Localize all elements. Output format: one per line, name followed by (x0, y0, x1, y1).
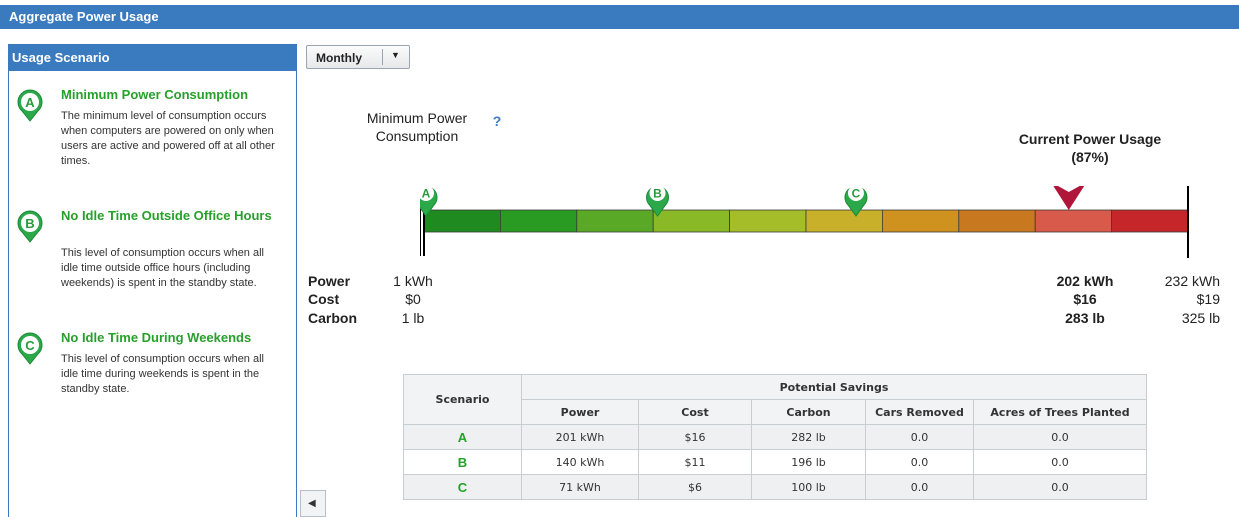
min-cost-value: $0 (405, 291, 421, 307)
scroll-left-button[interactable]: ◀ (300, 490, 326, 517)
cost-cell: $11 (638, 449, 752, 475)
chevron-down-icon[interactable]: ▼ (391, 50, 400, 60)
scenario-pin-icon: B (17, 210, 43, 243)
max-cost-value: $19 (1196, 291, 1220, 307)
svg-text:C: C (852, 187, 861, 201)
scenario-title: No Idle Time During Weekends (61, 330, 252, 345)
svg-text:C: C (25, 338, 35, 353)
column-header-carbon: Carbon (751, 399, 866, 425)
scenario-pin-icon: A (17, 89, 43, 122)
column-header-cost: Cost (638, 399, 752, 425)
usage-scenario-header: Usage Scenario (9, 45, 296, 71)
cost-cell: $16 (638, 424, 752, 450)
svg-text:A: A (422, 187, 431, 201)
gauge-segment (576, 209, 654, 233)
cars-cell: 0.0 (865, 474, 974, 500)
table-row: B 140 kWh $11 196 lb 0.0 0.0 (403, 449, 1147, 475)
acres-cell: 0.0 (973, 474, 1147, 500)
scenario-cell: C (403, 474, 522, 500)
cars-cell: 0.0 (865, 424, 974, 450)
cars-cell: 0.0 (865, 449, 974, 475)
metric-label-power: Power (308, 273, 351, 289)
scenario-description: This level of consumption occurs when al… (61, 247, 264, 289)
current-usage-percent: (87%) (1071, 149, 1109, 165)
gauge-segment (729, 209, 807, 233)
current-usage-label: Current Power Usage (87%) (1000, 130, 1180, 166)
power-cell: 201 kWh (521, 424, 639, 450)
table-row: C 71 kWh $6 100 lb 0.0 0.0 (403, 474, 1147, 500)
gauge-segment (1111, 209, 1189, 233)
potential-savings-table: Scenario Potential Savings Power Cost Ca… (403, 374, 1147, 500)
power-gauge: A B C (420, 186, 1189, 258)
svg-text:B: B (653, 187, 662, 201)
column-header-cars-removed: Cars Removed (865, 399, 974, 425)
gauge-segment (423, 209, 501, 233)
svg-text:?: ? (493, 113, 502, 129)
min-consumption-label: Minimum Power Consumption (366, 110, 468, 144)
left-arrow-icon: ◀ (308, 498, 316, 509)
carbon-cell: 282 lb (751, 424, 866, 450)
potential-savings-header: Potential Savings (521, 374, 1147, 400)
gauge-segment (958, 209, 1036, 233)
max-power-value: 232 kWh (1164, 273, 1220, 289)
carbon-cell: 100 lb (751, 474, 866, 500)
power-cell: 71 kWh (521, 474, 639, 500)
power-cell: 140 kWh (521, 449, 639, 475)
gauge-segment (652, 209, 730, 233)
current-usage-title: Current Power Usage (1018, 131, 1162, 147)
cost-cell: $6 (638, 474, 752, 500)
metric-label-carbon: Carbon (308, 310, 357, 326)
gauge-segment (881, 209, 960, 233)
min-power-value: 1 kWh (393, 273, 433, 289)
period-dropdown[interactable]: Monthly ▼ (306, 45, 410, 69)
gauge-segment (1034, 209, 1113, 233)
period-dropdown-value: Monthly (316, 51, 362, 65)
usage-scenario-panel: Usage Scenario A Minimum Power Consumpti… (8, 44, 297, 517)
gauge-segment (500, 209, 578, 233)
scenario-title: Minimum Power Consumption (61, 87, 249, 102)
acres-cell: 0.0 (973, 424, 1147, 450)
scenario-description: This level of consumption occurs when al… (61, 353, 264, 395)
scenario-item-a: A Minimum Power Consumption The minimum … (9, 87, 294, 197)
max-carbon-value: 325 lb (1181, 310, 1220, 326)
gauge-segment (805, 209, 883, 233)
page-title-bar: Aggregate Power Usage (0, 5, 1239, 29)
current-cost-value: $16 (1073, 291, 1097, 307)
scenario-column-header: Scenario (403, 374, 522, 425)
column-header-acres-trees: Acres of Trees Planted (973, 399, 1147, 425)
min-carbon-value: 1 lb (401, 310, 425, 326)
scenario-cell: B (403, 449, 522, 475)
current-power-value: 202 kWh (1056, 273, 1114, 289)
help-question-icon[interactable]: ? (489, 113, 505, 129)
acres-cell: 0.0 (973, 449, 1147, 475)
svg-text:A: A (25, 95, 35, 110)
scenario-cell: A (403, 424, 522, 450)
metric-label-cost: Cost (308, 291, 340, 307)
carbon-cell: 196 lb (751, 449, 866, 475)
table-row: A 201 kWh $16 282 lb 0.0 0.0 (403, 424, 1147, 450)
current-carbon-value: 283 lb (1065, 310, 1105, 326)
svg-text:B: B (25, 216, 34, 231)
column-header-power: Power (521, 399, 639, 425)
page-title: Aggregate Power Usage (9, 9, 159, 24)
scenario-item-b: B No Idle Time Outside Office Hours This… (9, 208, 294, 318)
scenario-description: The minimum level of consumption occurs … (61, 110, 275, 167)
current-usage-arrow-icon (1053, 186, 1085, 210)
scenario-title: No Idle Time Outside Office Hours (61, 208, 272, 223)
scenario-item-c: C No Idle Time During Weekends This leve… (9, 330, 294, 410)
scenario-pin-icon: C (17, 332, 43, 365)
